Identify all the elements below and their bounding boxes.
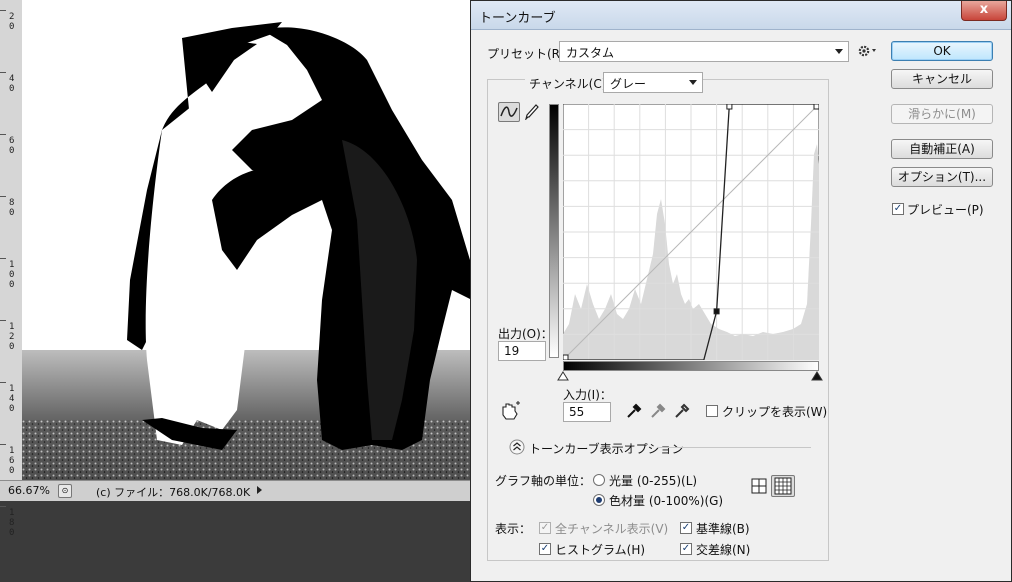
cancel-button[interactable]: キャンセル bbox=[891, 69, 993, 89]
ruler-tick bbox=[0, 506, 6, 507]
status-bar: 66.67% ⊙ (c) ファイル：768.0K/768.0K bbox=[0, 480, 472, 501]
zoom-level[interactable]: 66.67% bbox=[8, 484, 50, 497]
ruler-tick bbox=[0, 382, 6, 383]
preset-dropdown[interactable]: カスタム bbox=[559, 41, 849, 62]
ruler-number: 160 bbox=[9, 446, 15, 476]
simple-grid-icon[interactable] bbox=[750, 477, 768, 495]
output-gradient-bar bbox=[549, 104, 559, 358]
ruler-tick bbox=[0, 134, 6, 135]
baseline-label: 基準線(B) bbox=[696, 522, 750, 536]
ruler-number: 180 bbox=[9, 508, 15, 538]
ruler-number: 100 bbox=[9, 260, 15, 290]
channel-value: グレー bbox=[610, 77, 647, 91]
all-channels-checkbox[interactable]: ✓ bbox=[539, 522, 551, 534]
ruler-number: 140 bbox=[9, 384, 15, 414]
input-label: 入力(I)： bbox=[563, 388, 612, 402]
document-canvas[interactable] bbox=[22, 0, 472, 480]
units-pigment-radio[interactable] bbox=[593, 494, 605, 506]
ruler-tick bbox=[0, 196, 6, 197]
curve-graph[interactable] bbox=[563, 104, 819, 360]
curve-point[interactable] bbox=[563, 354, 569, 360]
chevron-down-icon bbox=[835, 49, 843, 54]
pencil-icon bbox=[524, 104, 539, 121]
white-point-slider[interactable] bbox=[811, 371, 823, 381]
histogram-label: ヒストグラム(H) bbox=[555, 543, 646, 557]
black-eyedropper-icon[interactable] bbox=[625, 402, 643, 420]
preset-options-gear-icon[interactable] bbox=[857, 43, 879, 59]
preview-checkbox[interactable]: ✓ bbox=[892, 203, 904, 215]
ruler-tick bbox=[0, 72, 6, 73]
on-image-adjust-hand-icon[interactable] bbox=[499, 401, 523, 423]
output-label: 出力(O)： bbox=[498, 327, 553, 341]
baseline-checkbox[interactable]: ✓ bbox=[680, 522, 692, 534]
detailed-grid-button[interactable] bbox=[771, 475, 795, 497]
gray-eyedropper-icon[interactable] bbox=[649, 402, 667, 420]
show-clipping-checkbox[interactable] bbox=[706, 405, 718, 417]
histogram-checkbox[interactable]: ✓ bbox=[539, 543, 551, 555]
vertical-ruler: 20 40 60 80 100 120 140 160 180 bbox=[0, 0, 23, 538]
ruler-number: 120 bbox=[9, 322, 15, 352]
curve-tool-icon bbox=[500, 106, 518, 117]
close-button[interactable]: x bbox=[961, 1, 1007, 21]
preset-value: カスタム bbox=[566, 46, 615, 60]
curve-point[interactable] bbox=[726, 104, 733, 110]
smooth-button[interactable]: 滑らかに(M) bbox=[891, 104, 993, 124]
intersection-checkbox[interactable]: ✓ bbox=[680, 543, 692, 555]
file-size-info: (c) ファイル：768.0K/768.0K bbox=[96, 486, 251, 499]
chevron-down-icon bbox=[689, 80, 697, 85]
output-field[interactable]: 19 bbox=[498, 341, 546, 361]
options-button[interactable]: オプション(T)... bbox=[891, 167, 993, 187]
curve-point[interactable] bbox=[813, 104, 819, 110]
section-divider bbox=[657, 447, 811, 448]
input-gradient-bar bbox=[563, 361, 819, 371]
black-point-slider[interactable] bbox=[557, 371, 569, 381]
dialog-title: トーンカーブ bbox=[479, 11, 556, 26]
white-eyedropper-icon[interactable] bbox=[673, 402, 691, 420]
ruler-tick bbox=[0, 320, 6, 321]
units-light-radio[interactable] bbox=[593, 474, 605, 486]
penguin-photo bbox=[22, 0, 472, 480]
detailed-grid-icon bbox=[774, 477, 792, 495]
units-light-label: 光量 (0-255)(L) bbox=[609, 474, 698, 488]
ruler-tick bbox=[0, 444, 6, 445]
units-label: グラフ軸の単位： bbox=[495, 474, 592, 488]
ruler-number: 40 bbox=[9, 74, 15, 94]
preview-label: プレビュー(P) bbox=[907, 203, 984, 217]
collapse-chevron-icon[interactable] bbox=[509, 439, 525, 455]
display-label: 表示： bbox=[495, 522, 532, 536]
auto-button[interactable]: 自動補正(A) bbox=[891, 139, 993, 159]
curve-edit-tool[interactable] bbox=[498, 102, 520, 122]
pencil-draw-tool[interactable] bbox=[523, 102, 545, 122]
units-pigment-label: 色材量 (0-100%)(G) bbox=[609, 494, 724, 508]
ruler-number: 80 bbox=[9, 198, 15, 218]
ruler-number: 20 bbox=[9, 12, 15, 32]
dialog-titlebar[interactable]: トーンカーブ x bbox=[471, 1, 1011, 30]
options-section-title: トーンカーブ表示オプション bbox=[529, 442, 684, 456]
status-menu-arrow-icon[interactable] bbox=[252, 483, 266, 497]
ok-button[interactable]: OK bbox=[891, 41, 993, 61]
curves-dialog: トーンカーブ x プリセット(R)： カスタム OK キャンセル 滑らかに(M)… bbox=[470, 0, 1012, 582]
input-field[interactable]: 55 bbox=[563, 402, 611, 422]
ruler-number: 60 bbox=[9, 136, 15, 156]
show-clipping-label: クリップを表示(W) bbox=[722, 405, 828, 419]
document-profile-icon[interactable]: ⊙ bbox=[58, 484, 72, 498]
all-channels-label: 全チャンネル表示(V) bbox=[555, 522, 669, 536]
channel-dropdown[interactable]: グレー bbox=[603, 72, 703, 93]
curve-point[interactable] bbox=[713, 308, 720, 315]
ruler-tick bbox=[0, 258, 6, 259]
intersection-label: 交差線(N) bbox=[696, 543, 751, 557]
ruler-tick bbox=[0, 10, 6, 11]
